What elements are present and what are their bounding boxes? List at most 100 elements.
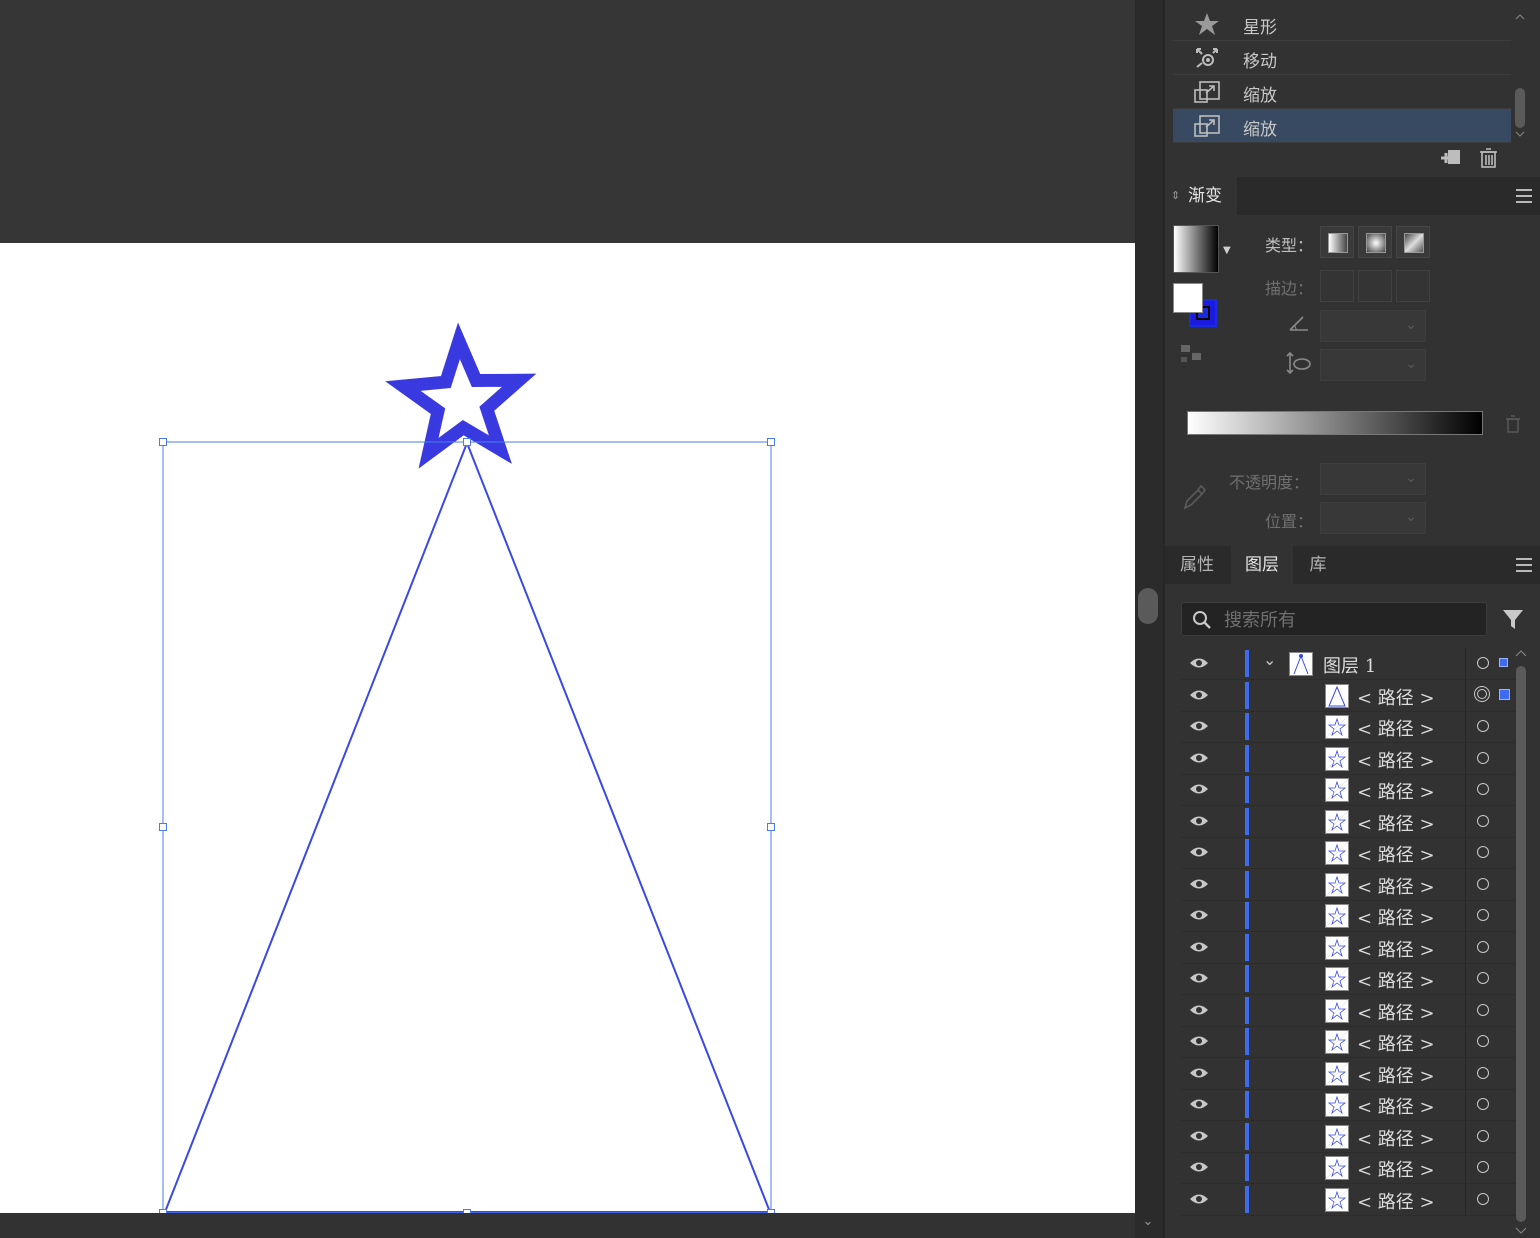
eye-icon[interactable]: [1189, 1034, 1209, 1048]
target-circle-icon[interactable]: [1477, 972, 1489, 984]
layers-search-box[interactable]: [1181, 602, 1487, 636]
layer-row-path[interactable]: < 路径 >: [1181, 837, 1526, 869]
layer-row-path[interactable]: < 路径 >: [1181, 805, 1526, 838]
target-circle-icon[interactable]: [1477, 877, 1489, 890]
path-label[interactable]: < 路径 >: [1357, 841, 1435, 867]
action-item-scale[interactable]: 缩放: [1173, 75, 1511, 109]
scroll-down-icon[interactable]: ⌄: [1140, 1214, 1156, 1230]
eye-icon[interactable]: [1189, 877, 1209, 891]
eye-icon[interactable]: [1189, 1192, 1209, 1206]
action-item-star[interactable]: 星形: [1173, 7, 1511, 41]
eye-icon[interactable]: [1189, 1003, 1209, 1017]
target-circle-icon[interactable]: [1477, 846, 1489, 858]
action-item-move[interactable]: 移动: [1173, 41, 1511, 75]
expand-chevron-icon[interactable]: ⌄: [1263, 650, 1276, 669]
delete-action-icon[interactable]: [1478, 147, 1500, 169]
gradient-swatch[interactable]: [1173, 225, 1219, 273]
eye-icon[interactable]: [1189, 845, 1209, 859]
target-circle-icon[interactable]: [1477, 1066, 1489, 1079]
target-circle-icon[interactable]: [1477, 1129, 1489, 1142]
collapse-arrows-icon[interactable]: ⇕: [1171, 177, 1180, 215]
layer-name[interactable]: 图层 1: [1323, 652, 1376, 678]
eye-icon[interactable]: [1189, 971, 1209, 985]
eye-icon[interactable]: [1189, 940, 1209, 954]
target-circle-icon[interactable]: [1477, 1035, 1489, 1047]
layer-row-path[interactable]: < 路径 >: [1181, 679, 1526, 712]
action-item-scale-selected[interactable]: 缩放: [1173, 109, 1511, 143]
search-input[interactable]: [1222, 607, 1476, 633]
layer-row-path[interactable]: < 路径 >: [1181, 931, 1526, 964]
eye-icon[interactable]: [1189, 1066, 1209, 1080]
target-circle-icon[interactable]: [1477, 814, 1489, 827]
new-action-icon[interactable]: [1439, 147, 1465, 169]
radial-gradient-button[interactable]: [1358, 226, 1392, 258]
layer-row-path[interactable]: < 路径 >: [1181, 994, 1526, 1027]
freeform-gradient-button[interactable]: [1396, 226, 1430, 258]
eye-icon[interactable]: [1189, 719, 1209, 733]
path-label[interactable]: < 路径 >: [1357, 747, 1435, 773]
layers-scrollbar[interactable]: [1513, 648, 1529, 1238]
eye-icon[interactable]: [1189, 1097, 1209, 1111]
eye-icon[interactable]: [1189, 688, 1209, 702]
path-label[interactable]: < 路径 >: [1357, 873, 1435, 899]
path-label[interactable]: < 路径 >: [1357, 1030, 1435, 1056]
target-circle-icon[interactable]: [1477, 1161, 1489, 1173]
tab-gradient[interactable]: ⇕ 渐变: [1165, 177, 1237, 215]
path-label[interactable]: < 路径 >: [1357, 1125, 1435, 1151]
layer-row-path[interactable]: < 路径 >: [1181, 1057, 1526, 1090]
eye-icon[interactable]: [1189, 656, 1209, 670]
eye-icon[interactable]: [1189, 751, 1209, 765]
filter-icon[interactable]: [1501, 607, 1525, 631]
location-dropdown[interactable]: ⌄: [1320, 502, 1426, 534]
layer-row-path[interactable]: < 路径 >: [1181, 1152, 1526, 1184]
star-shape[interactable]: [385, 322, 537, 469]
layer-row-path[interactable]: < 路径 >: [1181, 711, 1526, 743]
eye-icon[interactable]: [1189, 1129, 1209, 1143]
path-label[interactable]: < 路径 >: [1357, 778, 1435, 804]
path-label[interactable]: < 路径 >: [1357, 1093, 1435, 1119]
target-circle-icon[interactable]: [1477, 657, 1489, 669]
eye-icon[interactable]: [1189, 814, 1209, 828]
path-label[interactable]: < 路径 >: [1357, 684, 1435, 710]
layer-row-path[interactable]: < 路径 >: [1181, 1026, 1526, 1058]
path-label[interactable]: < 路径 >: [1357, 967, 1435, 993]
layer-row-path[interactable]: < 路径 >: [1181, 774, 1526, 806]
target-circle-icon[interactable]: [1474, 685, 1490, 702]
target-circle-icon[interactable]: [1477, 720, 1489, 732]
selection-square-icon[interactable]: [1499, 688, 1510, 700]
stroke-within-button[interactable]: [1320, 270, 1354, 302]
artwork[interactable]: [0, 0, 1135, 1238]
eye-icon[interactable]: [1189, 782, 1209, 796]
layer-row-path[interactable]: < 路径 >: [1181, 1183, 1526, 1216]
aspect-ratio-dropdown[interactable]: ⌄: [1320, 349, 1426, 381]
eye-icon[interactable]: [1189, 1160, 1209, 1174]
tab-layers[interactable]: 图层: [1231, 546, 1293, 584]
target-circle-icon[interactable]: [1477, 783, 1489, 795]
selection-square-icon[interactable]: [1499, 658, 1508, 667]
layer-row-layer-1[interactable]: ⌄ 图层 1: [1181, 648, 1526, 680]
path-label[interactable]: < 路径 >: [1357, 936, 1435, 962]
panel-menu-icon[interactable]: [1516, 558, 1532, 572]
fill-swatch[interactable]: [1173, 283, 1203, 313]
swap-fill-stroke-icon[interactable]: [1179, 343, 1203, 365]
eye-icon[interactable]: [1189, 908, 1209, 922]
linear-gradient-button[interactable]: [1320, 226, 1354, 258]
opacity-dropdown[interactable]: ⌄: [1320, 463, 1426, 495]
canvas-scroll-thumb[interactable]: [1138, 588, 1158, 624]
path-label[interactable]: < 路径 >: [1357, 999, 1435, 1025]
tab-properties[interactable]: 属性: [1165, 546, 1229, 584]
path-label[interactable]: < 路径 >: [1357, 904, 1435, 930]
target-circle-icon[interactable]: [1477, 940, 1489, 953]
eyedropper-icon[interactable]: [1181, 483, 1207, 511]
target-circle-icon[interactable]: [1477, 1192, 1489, 1205]
target-circle-icon[interactable]: [1477, 1003, 1489, 1016]
tab-libraries[interactable]: 库: [1295, 546, 1341, 584]
layer-row-path[interactable]: < 路径 >: [1181, 1089, 1526, 1121]
path-label[interactable]: < 路径 >: [1357, 1188, 1435, 1214]
stroke-along-button[interactable]: [1358, 270, 1392, 302]
path-label[interactable]: < 路径 >: [1357, 1062, 1435, 1088]
delete-stop-icon[interactable]: [1505, 415, 1521, 433]
target-circle-icon[interactable]: [1477, 909, 1489, 921]
panel-menu-icon[interactable]: [1516, 189, 1532, 203]
layer-row-path[interactable]: < 路径 >: [1181, 900, 1526, 932]
